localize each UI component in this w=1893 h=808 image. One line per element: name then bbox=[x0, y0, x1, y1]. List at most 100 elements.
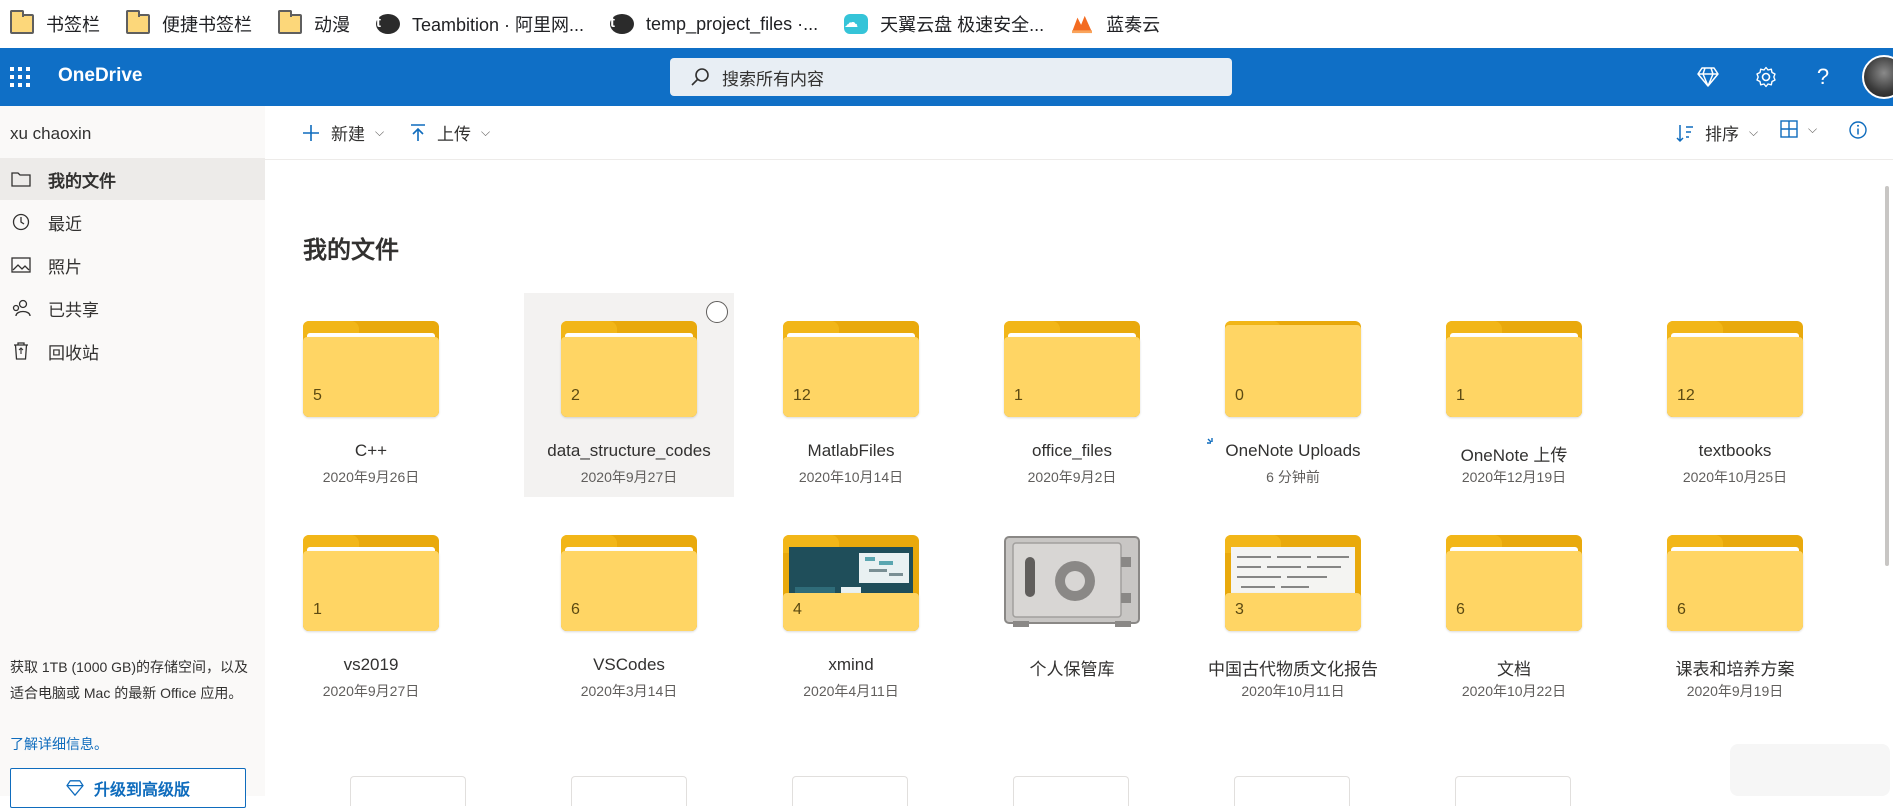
modified-date: 2020年10月25日 bbox=[1682, 469, 1788, 485]
sidebar-item-my-files[interactable]: 我的文件 bbox=[0, 158, 265, 200]
folder-icon bbox=[278, 10, 302, 34]
premium-diamond-icon[interactable] bbox=[1694, 63, 1722, 91]
settings-gear-icon[interactable] bbox=[1752, 63, 1780, 91]
folder-icon: 5 bbox=[303, 321, 439, 419]
bookmark-item[interactable]: 书签栏 bbox=[10, 8, 100, 40]
scrollbar-thumb[interactable] bbox=[1885, 186, 1889, 566]
folder-tile-onenote-uploads[interactable]: 0 OneNote Uploads 6 分钟前 bbox=[1188, 293, 1398, 497]
file-tile-partial[interactable] bbox=[571, 776, 687, 806]
app-title[interactable]: OneDrive bbox=[58, 65, 142, 87]
modified-date: 6 分钟前 bbox=[1266, 469, 1320, 485]
folder-tile-onenote-upload-cn[interactable]: 1 OneNote 上传 2020年12月19日 bbox=[1409, 293, 1619, 497]
teambition-icon: t bbox=[610, 14, 635, 34]
upgrade-button[interactable]: 升级到高级版 bbox=[10, 768, 246, 808]
folder-tile-ancient-culture-report[interactable]: 3 中国古代物质文化报告 2020年10月11日 bbox=[1188, 507, 1398, 711]
bookmark-label: 蓝奏云 bbox=[1106, 15, 1161, 35]
folder-icon bbox=[10, 10, 34, 34]
new-button[interactable]: 新建 ⌵ bbox=[301, 120, 384, 145]
item-count: 3 bbox=[1235, 601, 1244, 618]
file-tile-partial[interactable] bbox=[1013, 776, 1129, 806]
folder-name[interactable]: 个人保管库 bbox=[967, 655, 1177, 680]
chevron-down-icon: ⌵ bbox=[481, 125, 491, 139]
learn-more-link[interactable]: 了解详细信息。 bbox=[10, 734, 108, 754]
folder-icon: 6 bbox=[1667, 535, 1803, 633]
sidebar-item-shared[interactable]: 已共享 bbox=[0, 287, 265, 329]
personal-vault-tile[interactable]: 个人保管库 bbox=[967, 507, 1177, 711]
folder-tile-schedule-plan[interactable]: 6 课表和培养方案 2020年9月19日 bbox=[1630, 507, 1840, 711]
bookmark-label: 便捷书签栏 bbox=[162, 15, 252, 35]
avatar[interactable] bbox=[1862, 55, 1893, 99]
sort-label: 排序 bbox=[1705, 125, 1739, 144]
sidebar-item-photos[interactable]: 照片 bbox=[0, 244, 265, 286]
folder-tile-vs2019[interactable]: 1 vs2019 2020年9月27日 bbox=[266, 507, 476, 711]
chevron-down-icon: ⌵ bbox=[1808, 121, 1818, 136]
folder-name[interactable]: OneNote Uploads bbox=[1188, 441, 1398, 461]
bookmark-label: 书签栏 bbox=[46, 15, 100, 35]
folder-name[interactable]: 中国古代物质文化报告 bbox=[1188, 655, 1398, 680]
folder-name[interactable]: VSCodes bbox=[524, 655, 734, 675]
plus-icon bbox=[303, 124, 319, 141]
folder-tile-documents[interactable]: 6 文档 2020年10月22日 bbox=[1409, 507, 1619, 711]
sidebar-item-label: 照片 bbox=[48, 257, 82, 277]
folder-tile-office-files[interactable]: 1 office_files 2020年9月2日 bbox=[967, 293, 1177, 497]
folder-tile-cpp[interactable]: 5 C++ 2020年9月26日 bbox=[266, 293, 476, 497]
file-tile-partial[interactable] bbox=[350, 776, 466, 806]
folder-name[interactable]: vs2019 bbox=[266, 655, 476, 675]
app-launcher-icon[interactable] bbox=[10, 67, 30, 87]
safe-vault-icon bbox=[1004, 536, 1140, 627]
item-count: 0 bbox=[1235, 387, 1244, 404]
premium-diamond-icon bbox=[66, 780, 84, 796]
history-icon bbox=[10, 211, 32, 233]
view-options-button[interactable]: ⌵ bbox=[1780, 120, 1817, 138]
bookmark-item[interactable]: 动漫 bbox=[278, 8, 350, 40]
user-name: xu chaoxin bbox=[10, 124, 92, 143]
folder-name[interactable]: xmind bbox=[746, 655, 956, 675]
bookmark-item[interactable]: t temp_project_files ·... bbox=[610, 8, 818, 40]
modified-date: 2020年9月2日 bbox=[1027, 469, 1117, 485]
folder-name[interactable]: data_structure_codes bbox=[524, 441, 734, 461]
folder-tile-data-structure-codes[interactable]: 2 data_structure_codes 2020年9月27日 bbox=[524, 293, 734, 497]
scrollbar[interactable] bbox=[1881, 160, 1893, 796]
file-tile-partial[interactable] bbox=[1234, 776, 1350, 806]
item-count: 12 bbox=[793, 387, 811, 404]
folder-tile-vscodes[interactable]: 6 VSCodes 2020年3月14日 bbox=[524, 507, 734, 711]
select-checkbox[interactable] bbox=[706, 301, 728, 323]
folder-name[interactable]: 课表和培养方案 bbox=[1630, 655, 1840, 680]
folder-icon: 12 bbox=[783, 321, 919, 419]
info-button[interactable] bbox=[1848, 120, 1868, 140]
sidebar-item-recent[interactable]: 最近 bbox=[0, 201, 265, 243]
folder-name[interactable]: textbooks bbox=[1630, 441, 1840, 461]
item-count: 6 bbox=[571, 601, 580, 618]
bookmark-item[interactable]: t Teambition · 阿里网... bbox=[376, 8, 584, 40]
folder-name[interactable]: MatlabFiles bbox=[746, 441, 956, 461]
chevron-down-icon: ⌵ bbox=[1749, 125, 1759, 139]
folder-name[interactable]: office_files bbox=[967, 441, 1177, 461]
app-header: OneDrive 搜索所有内容 ? bbox=[0, 48, 1893, 106]
folder-tile-xmind[interactable]: 4 xmind 2020年4月11日 bbox=[746, 507, 956, 711]
sidebar-item-label: 已共享 bbox=[48, 300, 99, 320]
upload-button[interactable]: 上传 ⌵ bbox=[409, 120, 490, 145]
sidebar-item-label: 回收站 bbox=[48, 343, 99, 363]
folder-name[interactable]: OneNote 上传 bbox=[1409, 441, 1619, 466]
search-input[interactable]: 搜索所有内容 bbox=[670, 58, 1232, 96]
sort-button[interactable]: 排序 ⌵ bbox=[1675, 120, 1758, 145]
folder-tile-matlabfiles[interactable]: 12 MatlabFiles 2020年10月14日 bbox=[746, 293, 956, 497]
sidebar-item-recycle-bin[interactable]: 回收站 bbox=[0, 330, 265, 372]
info-icon bbox=[1849, 121, 1867, 139]
modified-date: 2020年9月26日 bbox=[322, 469, 420, 485]
bookmark-item[interactable]: 蓝奏云 bbox=[1070, 8, 1160, 40]
modified-date: 2020年3月14日 bbox=[580, 683, 678, 699]
folder-tile-textbooks[interactable]: 12 textbooks 2020年10月25日 bbox=[1630, 293, 1840, 497]
new-label: 新建 bbox=[331, 125, 365, 144]
folder-icon: 0 bbox=[1225, 321, 1361, 419]
bookmark-item[interactable]: 便捷书签栏 bbox=[126, 8, 252, 40]
bookmark-label: temp_project_files ·... bbox=[646, 13, 819, 34]
file-tile-partial[interactable] bbox=[1455, 776, 1571, 806]
help-icon[interactable]: ? bbox=[1809, 63, 1837, 91]
modified-date: 2020年4月11日 bbox=[803, 683, 899, 699]
bookmark-item[interactable]: ☁ 天翼云盘 极速安全... bbox=[844, 8, 1044, 40]
storage-promo-text: 获取 1TB (1000 GB)的存储空间，以及适合电脑或 Mac 的最新 Of… bbox=[10, 659, 249, 701]
folder-name[interactable]: C++ bbox=[266, 441, 476, 461]
file-tile-partial[interactable] bbox=[792, 776, 908, 806]
folder-name[interactable]: 文档 bbox=[1409, 655, 1619, 680]
